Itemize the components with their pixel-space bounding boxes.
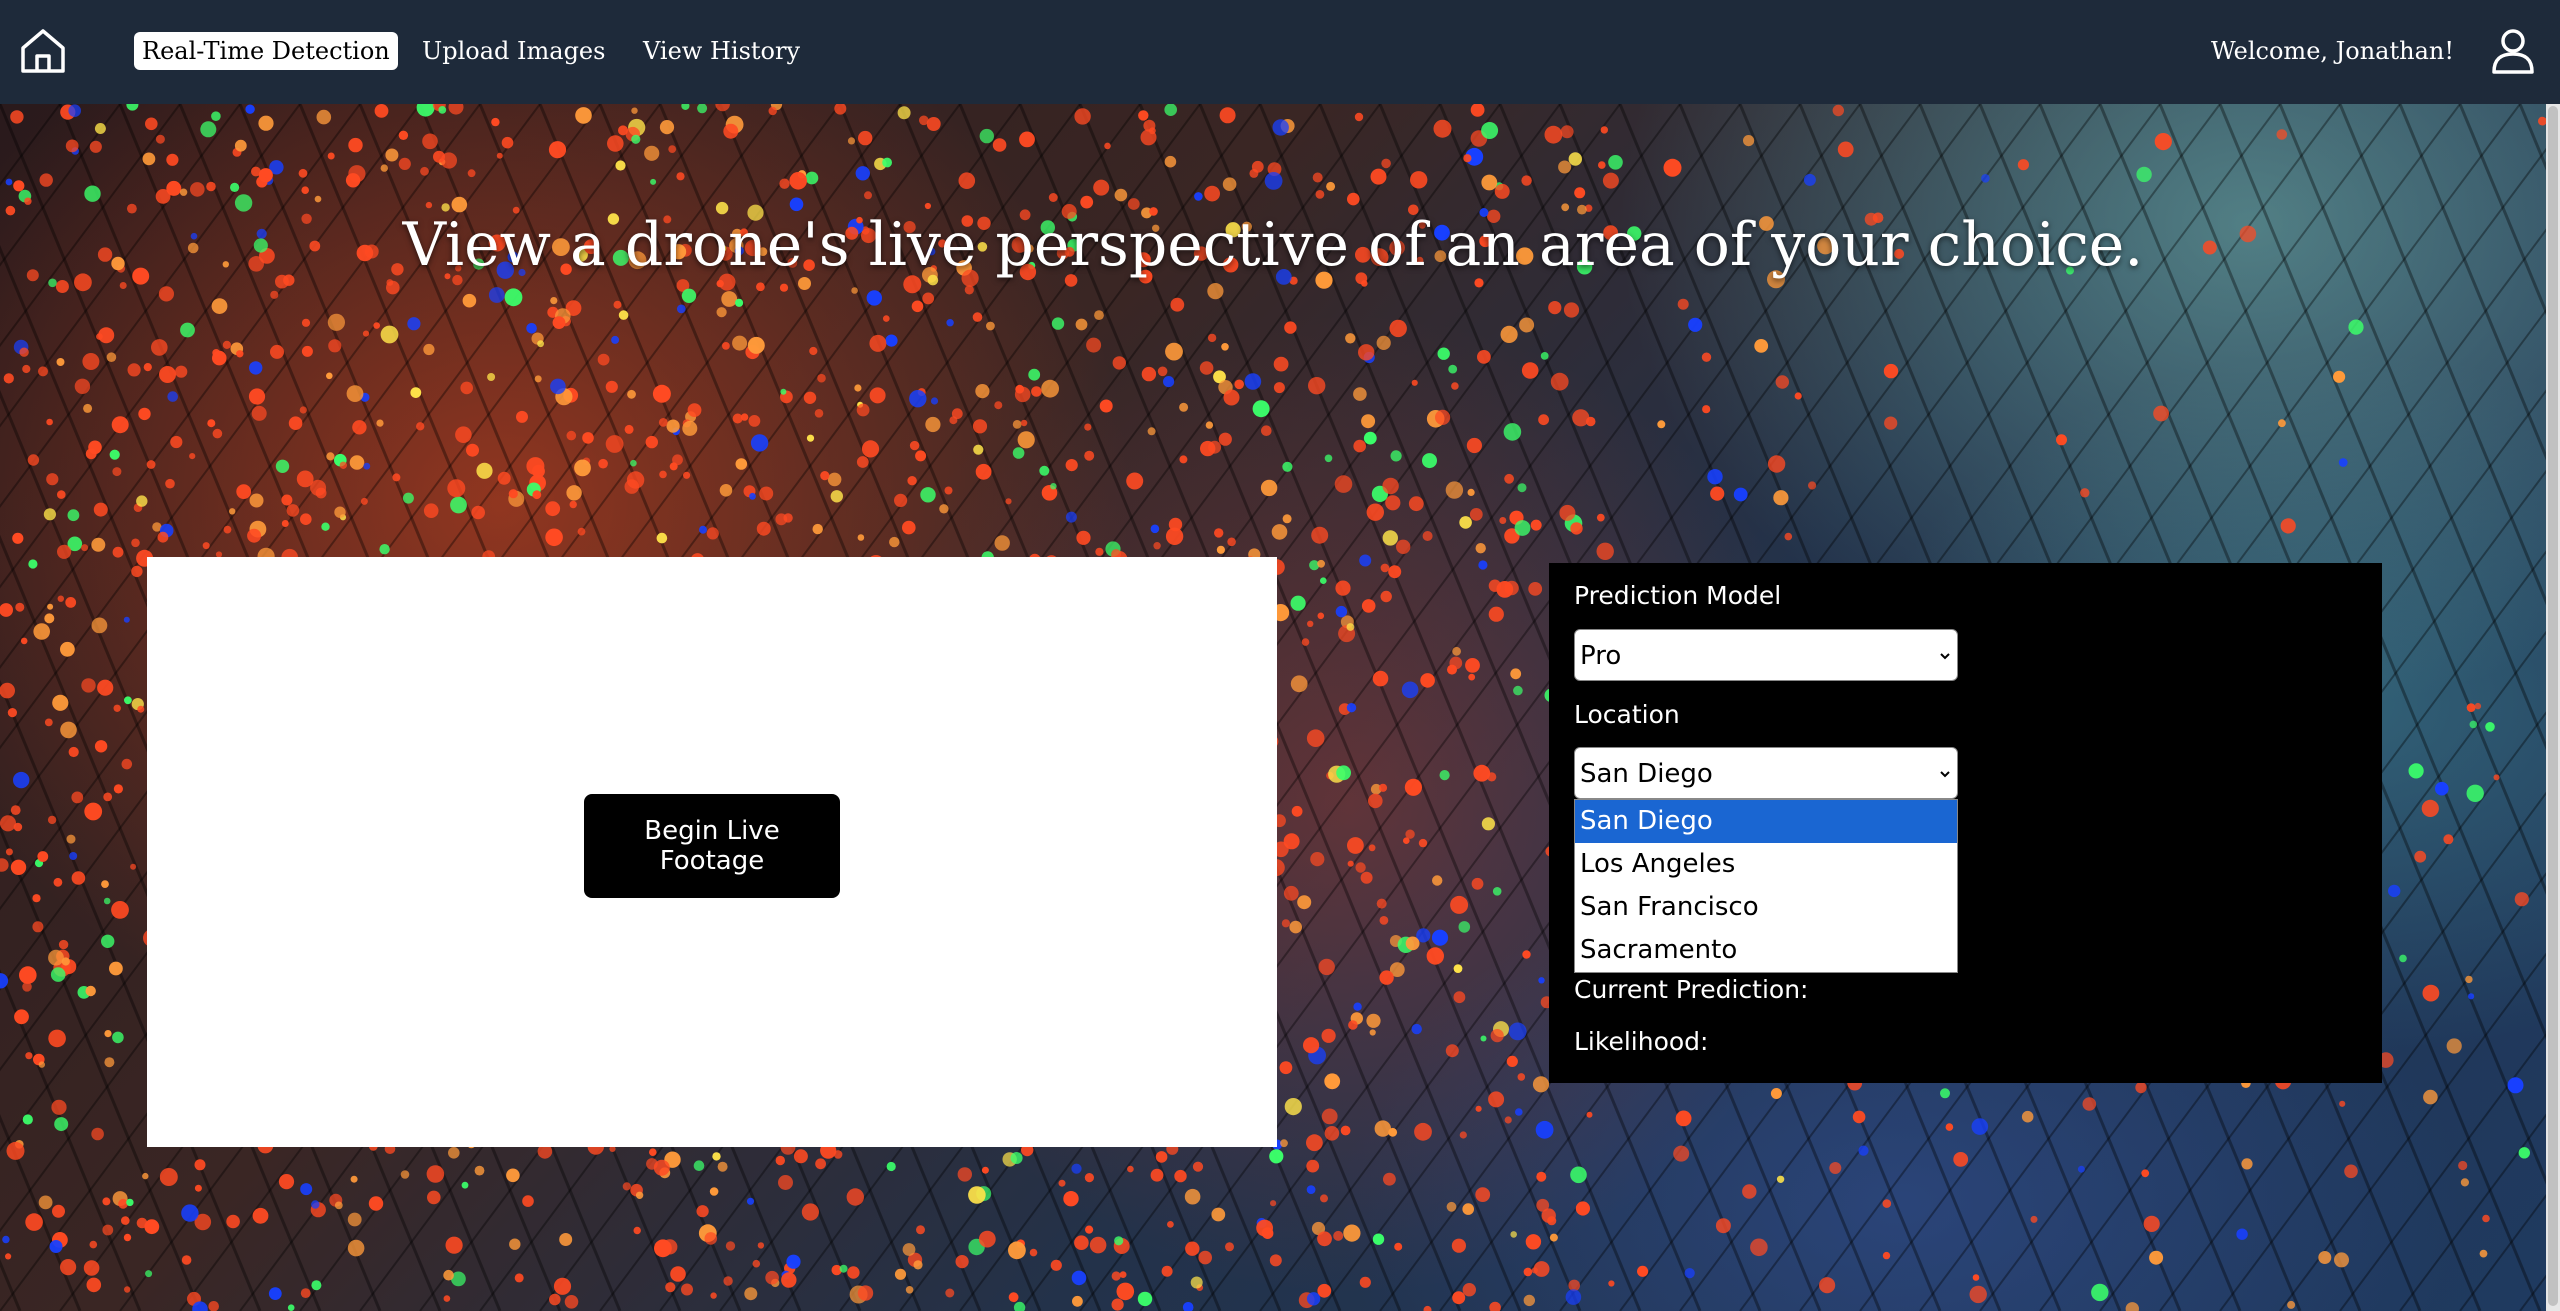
chevron-down-icon	[1940, 771, 1950, 778]
likelihood-label: Likelihood:	[1574, 1027, 1709, 1056]
prediction-model-select[interactable]: Pro	[1574, 629, 1958, 681]
location-label: Location	[1574, 700, 1680, 729]
location-dropdown-list: San Diego Los Angeles San Francisco Sacr…	[1574, 799, 1958, 973]
chevron-down-icon	[1940, 653, 1950, 660]
location-value: San Diego	[1580, 759, 1713, 789]
live-footage-panel: Begin Live Footage	[147, 557, 1277, 1147]
location-option-san-diego[interactable]: San Diego	[1575, 800, 1957, 843]
prediction-model-value: Pro	[1580, 641, 1622, 671]
home-icon[interactable]	[18, 26, 68, 76]
user-icon[interactable]	[2488, 26, 2538, 76]
hero-title: View a drone's live perspective of an ar…	[402, 210, 2144, 280]
scrollbar-thumb[interactable]	[2548, 106, 2558, 1306]
top-navbar: Real-Time Detection Upload Images View H…	[0, 0, 2560, 104]
nav-link-upload-images[interactable]: Upload Images	[414, 32, 613, 70]
control-panel: Prediction Model Pro Location San Diego …	[1549, 563, 2382, 1083]
welcome-message: Welcome, Jonathan!	[2210, 37, 2454, 65]
location-option-los-angeles[interactable]: Los Angeles	[1575, 843, 1957, 886]
current-prediction-label: Current Prediction:	[1574, 975, 1809, 1004]
nav-link-real-time-detection[interactable]: Real-Time Detection	[134, 32, 398, 70]
prediction-model-label: Prediction Model	[1574, 581, 1782, 610]
location-option-sacramento[interactable]: Sacramento	[1575, 929, 1957, 972]
begin-live-footage-button[interactable]: Begin Live Footage	[584, 794, 840, 898]
location-select[interactable]: San Diego	[1574, 747, 1958, 799]
nav-link-view-history[interactable]: View History	[635, 32, 808, 70]
location-option-san-francisco[interactable]: San Francisco	[1575, 886, 1957, 929]
